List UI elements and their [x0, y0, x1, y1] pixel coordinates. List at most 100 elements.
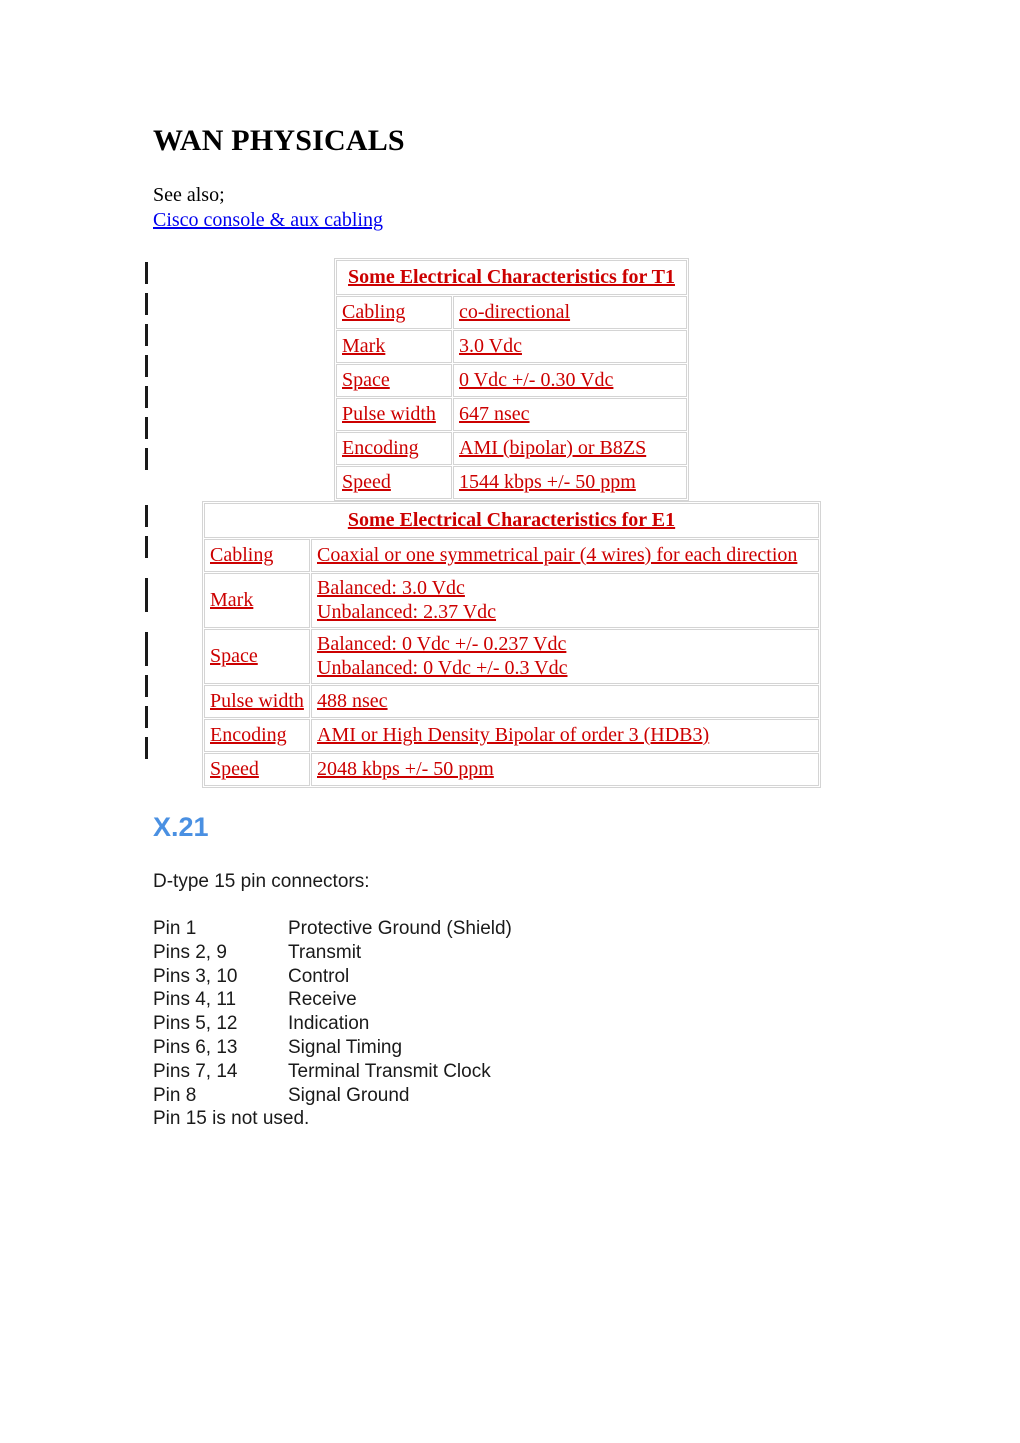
- list-item: Pins 7, 14 Terminal Transmit Clock: [153, 1060, 512, 1084]
- x21-intro-text: D-type 15 pin connectors:: [153, 871, 370, 892]
- change-bar: [145, 355, 148, 377]
- table-row: Space Balanced: 0 Vdc +/- 0.237 Vdc Unba…: [204, 629, 819, 684]
- pin-label: Pins 6, 13: [153, 1036, 238, 1058]
- change-bar: [145, 293, 148, 315]
- list-item: Pin 1 Protective Ground (Shield): [153, 917, 512, 941]
- row-label-cell: Speed: [204, 753, 310, 786]
- table-header-text[interactable]: Some Electrical Characteristics for T1: [348, 266, 675, 288]
- row-label-cell: Cabling: [336, 296, 452, 329]
- row-label-cell: Pulse width: [204, 685, 310, 718]
- table-row: Speed 1544 kbps +/- 50 ppm: [336, 466, 688, 499]
- table-row: Mark 3.0 Vdc: [336, 330, 688, 363]
- page-title: WAN PHYSICALS: [153, 124, 405, 157]
- row-value-cell: AMI or High Density Bipolar of order 3 (…: [311, 719, 819, 752]
- row-label[interactable]: Space: [342, 369, 390, 391]
- list-item: Pins 5, 12 Indication: [153, 1012, 512, 1036]
- change-bar: [145, 417, 148, 439]
- table-row: Cabling Coaxial or one symmetrical pair …: [204, 539, 819, 572]
- pin-description: Indication: [288, 1013, 370, 1035]
- row-label-cell: Encoding: [336, 432, 452, 465]
- change-bar: [145, 675, 148, 697]
- row-label[interactable]: Mark: [342, 335, 385, 357]
- x21-pin-list: Pin 1 Protective Ground (Shield) Pins 2, …: [153, 917, 512, 1131]
- row-label[interactable]: Pulse width: [210, 690, 304, 712]
- change-bar: [145, 386, 148, 408]
- row-value[interactable]: AMI (bipolar) or B8ZS: [459, 437, 646, 459]
- row-value[interactable]: 2048 kbps +/- 50 ppm: [317, 758, 494, 780]
- table-row: Some Electrical Characteristics for T1: [336, 260, 688, 295]
- table-row: Speed 2048 kbps +/- 50 ppm: [204, 753, 819, 786]
- pin-description: Protective Ground (Shield): [288, 918, 512, 939]
- pin-description: Transmit: [288, 941, 362, 963]
- row-value-cell: 2048 kbps +/- 50 ppm: [311, 753, 819, 786]
- row-value[interactable]: Coaxial or one symmetrical pair (4 wires…: [317, 544, 797, 566]
- list-item: Pins 6, 13 Signal Timing: [153, 1036, 512, 1060]
- row-label-cell: Mark: [204, 573, 310, 628]
- list-item: Pins 2, 9 Transmit: [153, 941, 512, 965]
- row-value-line-2[interactable]: Unbalanced: 0 Vdc +/- 0.3 Vdc: [317, 656, 813, 680]
- section-title-x21: X.21: [153, 812, 209, 842]
- row-label[interactable]: Speed: [210, 758, 259, 780]
- row-label-cell: Speed: [336, 466, 452, 499]
- pin-description: Signal Ground: [288, 1084, 410, 1106]
- table-e1-characteristics: Some Electrical Characteristics for E1 C…: [202, 501, 821, 788]
- table-header-cell: Some Electrical Characteristics for E1: [204, 503, 819, 538]
- row-value[interactable]: co-directional: [459, 301, 570, 323]
- row-value-cell: 3.0 Vdc: [453, 330, 688, 363]
- change-bar: [145, 578, 148, 612]
- row-label[interactable]: Cabling: [210, 544, 273, 566]
- row-value-cell: 0 Vdc +/- 0.30 Vdc: [453, 364, 688, 397]
- row-value-cell: Balanced: 3.0 Vdc Unbalanced: 2.37 Vdc: [311, 573, 819, 628]
- row-label-cell: Encoding: [204, 719, 310, 752]
- row-label-cell: Space: [204, 629, 310, 684]
- row-value[interactable]: AMI or High Density Bipolar of order 3 (…: [317, 724, 709, 746]
- table-row: Encoding AMI (bipolar) or B8ZS: [336, 432, 688, 465]
- change-bar: [145, 632, 148, 666]
- row-label[interactable]: Encoding: [342, 437, 419, 459]
- pin-label: Pins 3, 10: [153, 965, 238, 987]
- row-label-cell: Pulse width: [336, 398, 452, 431]
- pin-label: Pins 7, 14: [153, 1060, 238, 1082]
- table-t1-characteristics: Some Electrical Characteristics for T1 C…: [334, 258, 690, 501]
- change-bar: [145, 448, 148, 470]
- row-label[interactable]: Cabling: [342, 301, 405, 323]
- pin-label: Pins 2, 9: [153, 941, 227, 963]
- row-label[interactable]: Encoding: [210, 724, 287, 746]
- change-bar: [145, 706, 148, 728]
- table-row: Pulse width 488 nsec: [204, 685, 819, 718]
- row-value[interactable]: 3.0 Vdc: [459, 335, 522, 357]
- table-row: Space 0 Vdc +/- 0.30 Vdc: [336, 364, 688, 397]
- pin-label: Pins 5, 12: [153, 1013, 238, 1035]
- change-bar: [145, 262, 148, 284]
- row-value-cell: 647 nsec: [453, 398, 688, 431]
- row-label[interactable]: Space: [210, 645, 258, 667]
- pin-label: Pins 4, 11: [153, 989, 237, 1011]
- row-label[interactable]: Mark: [210, 589, 253, 611]
- row-value-cell: 488 nsec: [311, 685, 819, 718]
- table-row: Cabling co-directional: [336, 296, 688, 329]
- row-value[interactable]: 0 Vdc +/- 0.30 Vdc: [459, 369, 613, 391]
- document-page: WAN PHYSICALS See also; Cisco console & …: [0, 0, 1020, 1443]
- row-value-line-2[interactable]: Unbalanced: 2.37 Vdc: [317, 600, 813, 624]
- row-label[interactable]: Speed: [342, 471, 391, 493]
- table-row: Mark Balanced: 3.0 Vdc Unbalanced: 2.37 …: [204, 573, 819, 628]
- list-item: Pin 8 Signal Ground: [153, 1084, 512, 1108]
- table-header-text[interactable]: Some Electrical Characteristics for E1: [348, 509, 675, 531]
- row-value[interactable]: 1544 kbps +/- 50 ppm: [459, 471, 636, 493]
- see-also-label: See also;: [153, 184, 225, 206]
- row-value-line-1[interactable]: Balanced: 3.0 Vdc: [317, 576, 813, 600]
- row-label[interactable]: Pulse width: [342, 403, 436, 425]
- row-value[interactable]: 647 nsec: [459, 403, 530, 425]
- cisco-console-aux-cabling-link[interactable]: Cisco console & aux cabling: [153, 208, 383, 233]
- pin-description: Terminal Transmit Clock: [288, 1060, 491, 1082]
- table-row: Some Electrical Characteristics for E1: [204, 503, 819, 538]
- pin-description: Signal Timing: [288, 1036, 403, 1058]
- list-item: Pins 3, 10 Control: [153, 965, 512, 989]
- row-value-cell: Coaxial or one symmetrical pair (4 wires…: [311, 539, 819, 572]
- pin-description: Receive: [288, 989, 357, 1011]
- row-value-line-1[interactable]: Balanced: 0 Vdc +/- 0.237 Vdc: [317, 632, 813, 656]
- row-value-cell: co-directional: [453, 296, 688, 329]
- change-bar: [145, 737, 148, 759]
- row-value[interactable]: 488 nsec: [317, 690, 388, 712]
- row-label-cell: Mark: [336, 330, 452, 363]
